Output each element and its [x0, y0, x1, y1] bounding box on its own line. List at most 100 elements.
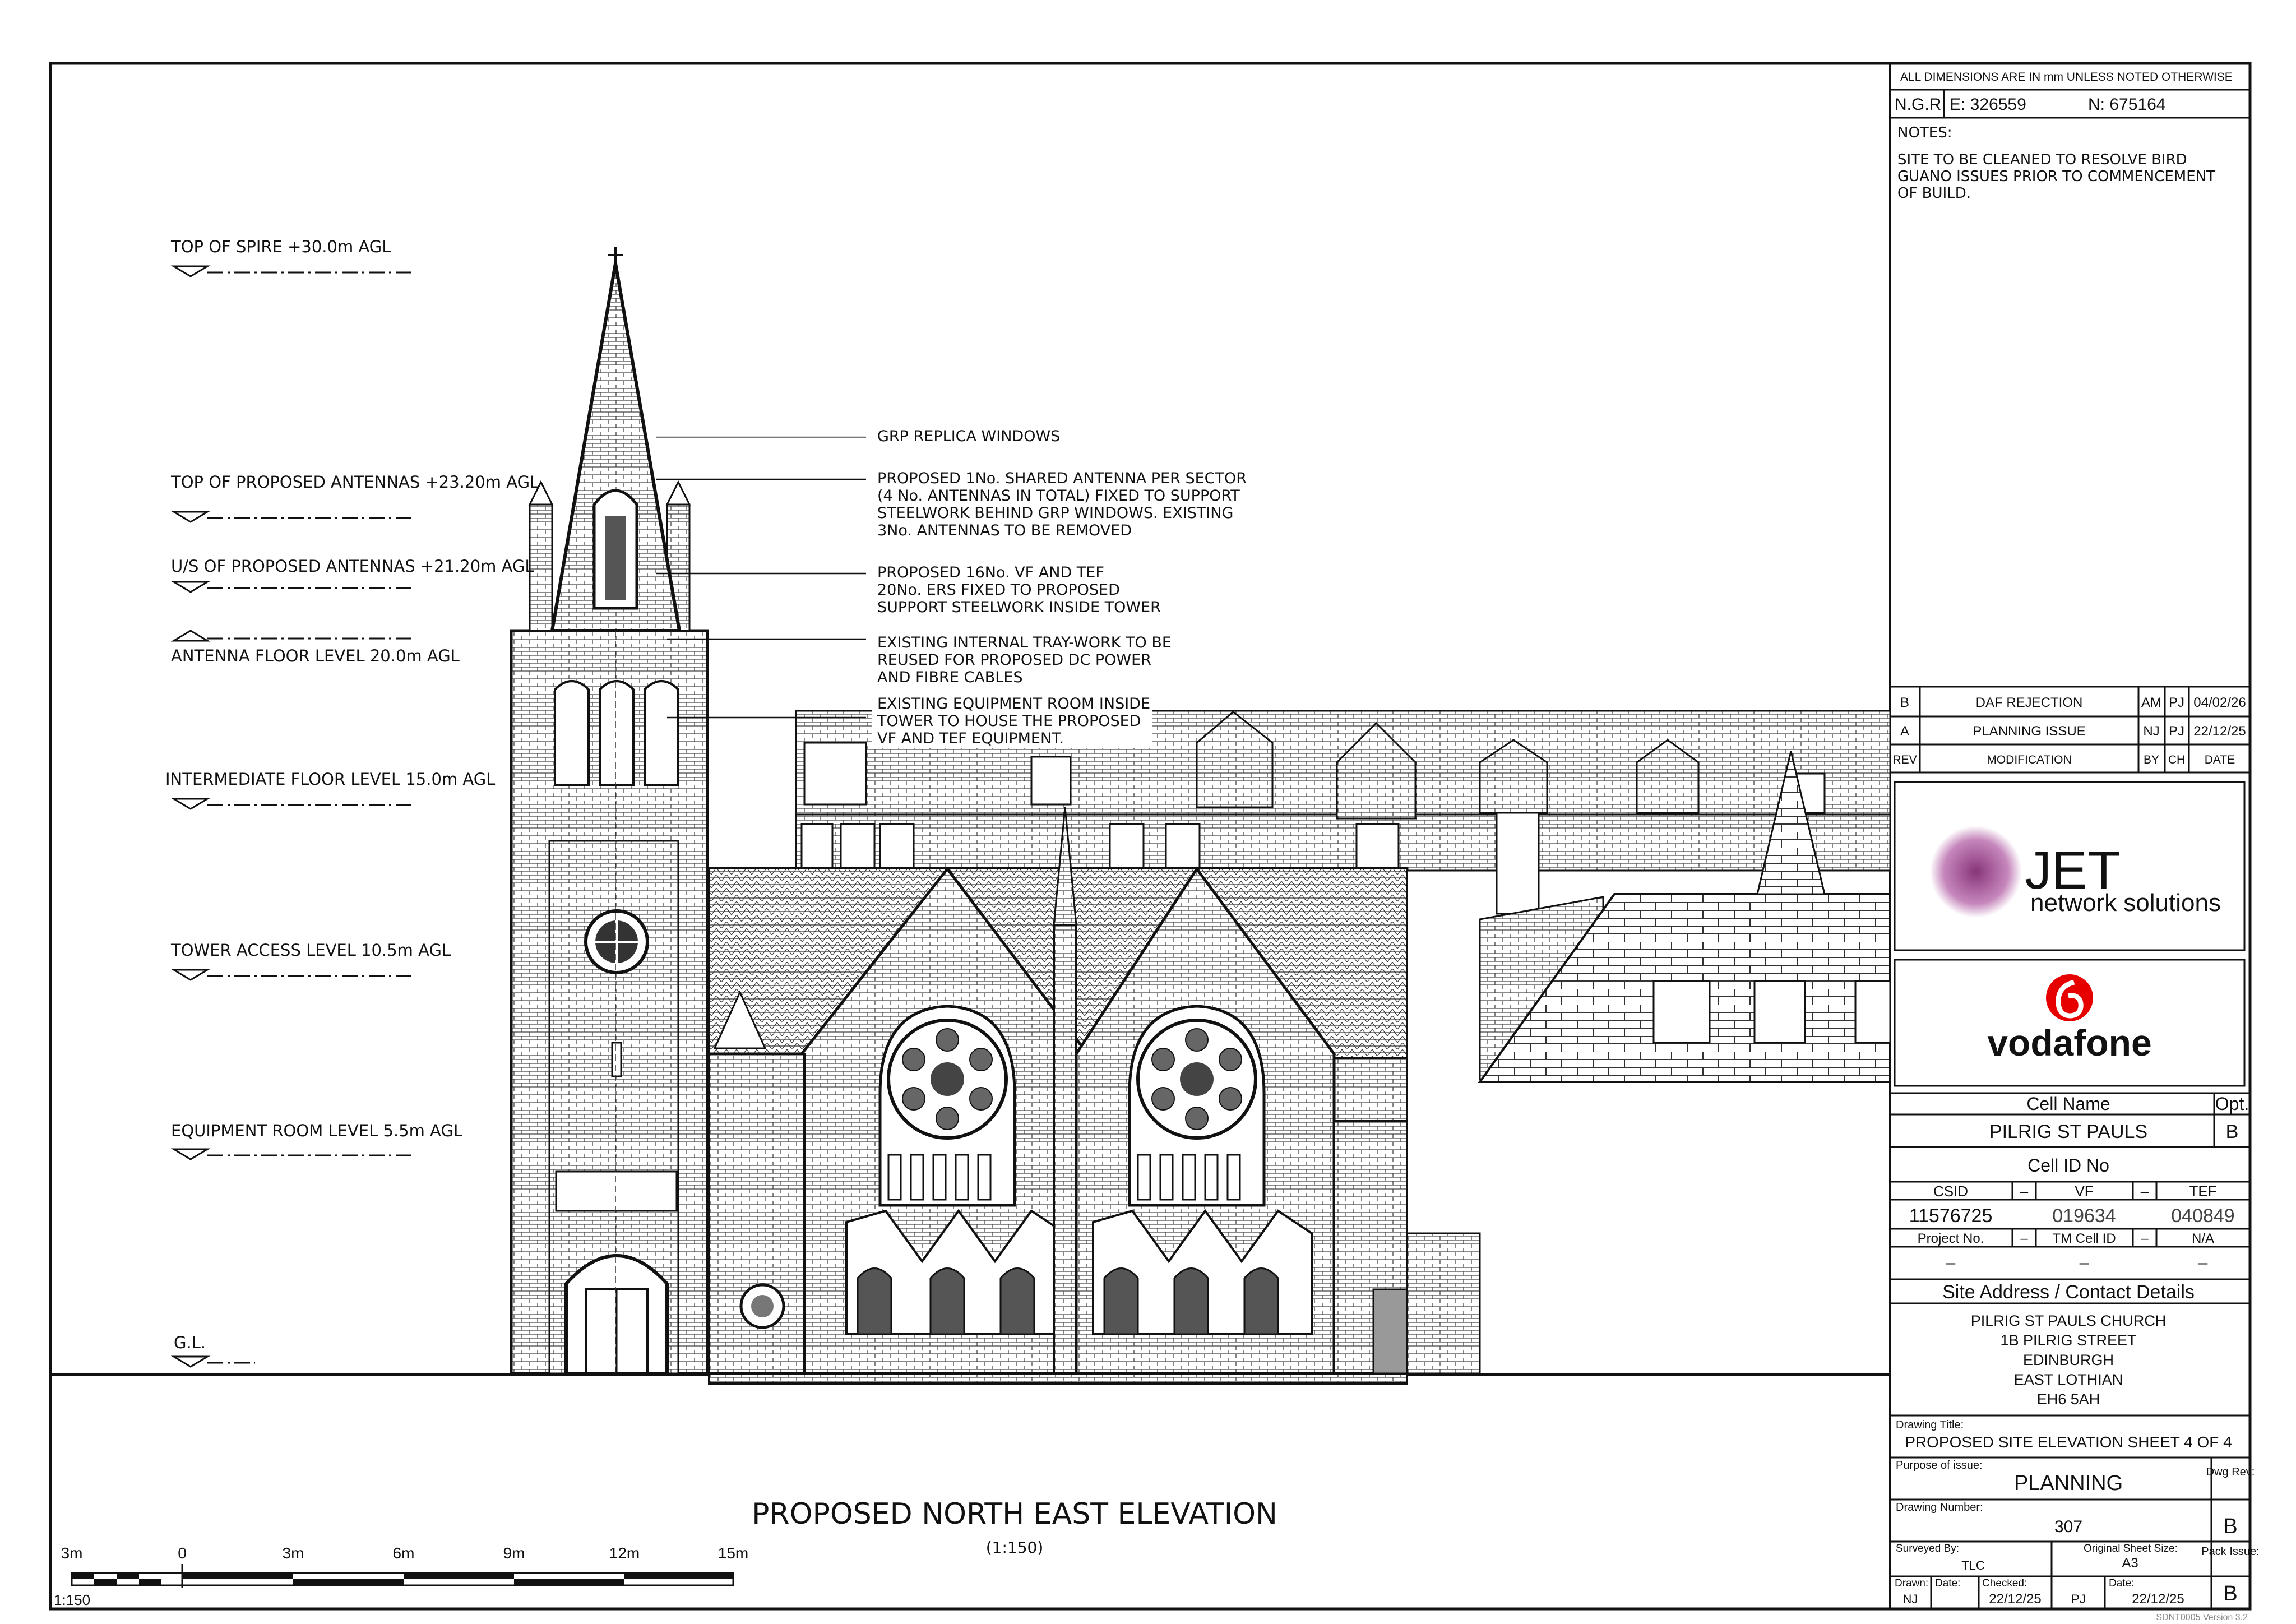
rev-a-letter: A	[1900, 724, 1909, 739]
jet-sub: network solutions	[2030, 889, 2221, 917]
csid-label: CSID	[1933, 1183, 1968, 1200]
scale-label-3: 3m	[283, 1544, 304, 1562]
template-version: SDNT0005 Version 3.2	[2156, 1613, 2248, 1622]
callout-equip-1: EXISTING EQUIPMENT ROOM INSIDE	[877, 695, 1150, 712]
drawing-sheet: TOP OF SPIRE +30.0m AGL TOP OF PROPOSED …	[49, 62, 2260, 1622]
rev-b-letter: B	[1900, 695, 1909, 710]
level-label-antenna-floor: ANTENNA FLOOR LEVEL 20.0m AGL	[171, 646, 460, 665]
checked-label: Checked:	[1982, 1577, 2027, 1589]
na-label: N/A	[2192, 1231, 2214, 1246]
level-label-gl: G.L.	[174, 1333, 206, 1352]
project-no-label: Project No.	[1918, 1231, 1984, 1246]
level-arrows	[170, 265, 415, 1368]
rev-a-ch: PJ	[2169, 724, 2184, 739]
project-dash: –	[2020, 1231, 2028, 1246]
ngr-label: N.G.R	[1895, 95, 1941, 114]
surveyed-value: TLC	[1961, 1558, 1985, 1572]
dwg-rev-value: B	[2223, 1515, 2237, 1538]
rev-header-mod: MODIFICATION	[1987, 753, 2071, 766]
rev-header-ch: CH	[2168, 753, 2185, 766]
level-label-us-antennas: U/S OF PROPOSED ANTENNAS +21.20m AGL	[171, 557, 534, 576]
drawing-number: 307	[2054, 1517, 2082, 1536]
tm-cell-id-label: TM Cell ID	[2052, 1231, 2116, 1246]
tef-value: 040849	[2171, 1205, 2234, 1227]
scale-label-15: 15m	[718, 1544, 748, 1562]
na-value: –	[2198, 1253, 2208, 1272]
ngr-easting: E: 326559	[1950, 95, 2026, 114]
tower-belfry-windows	[554, 680, 679, 786]
rev-b-modification: DAF REJECTION	[1976, 695, 2083, 710]
level-markers: TOP OF SPIRE +30.0m AGL TOP OF PROPOSED …	[165, 237, 539, 1352]
callout-antennas-4: 3No. ANTENNAS TO BE REMOVED	[877, 522, 1132, 539]
drawing-title-label: Drawing Title:	[1896, 1419, 1964, 1431]
notes-title: NOTES:	[1897, 124, 1952, 141]
cell-id-label: Cell ID No	[2027, 1155, 2109, 1176]
checked-value: PJ	[2071, 1592, 2086, 1606]
sheet-size-label: Original Sheet Size:	[2084, 1543, 2178, 1554]
rev-a-date: 22/12/25	[2193, 724, 2246, 739]
opt-label: Opt.	[2215, 1094, 2249, 1114]
level-label-top-antennas: TOP OF PROPOSED ANTENNAS +23.20m AGL	[170, 473, 539, 492]
scale-label-12: 12m	[609, 1544, 640, 1562]
rose-window-right	[1128, 1005, 1266, 1207]
pack-issue-value: B	[2223, 1582, 2237, 1606]
church-elevation	[510, 247, 1891, 1385]
jet-dots-icon	[1930, 826, 2022, 918]
csid-value: 11576725	[1909, 1205, 1993, 1227]
purpose-value: PLANNING	[2014, 1472, 2123, 1495]
drawn-date-value: 22/12/25	[1989, 1591, 2041, 1607]
site-line-4: EAST LOTHIAN	[2014, 1371, 2123, 1388]
vf-dash: –	[2141, 1183, 2149, 1200]
tm-cell-id-value: –	[2080, 1253, 2089, 1272]
csid-dash: –	[2020, 1183, 2029, 1200]
rev-b-date: 04/02/26	[2193, 695, 2246, 710]
callout-antennas-3: STEELWORK BEHIND GRP WINDOWS. EXISTING	[877, 505, 1233, 522]
scale-label-neg3: 3m	[61, 1544, 83, 1562]
scale-ratio: 1:150	[54, 1591, 90, 1608]
opt-value: B	[2226, 1121, 2239, 1142]
surveyed-label: Surveyed By:	[1896, 1543, 1959, 1554]
site-line-2: 1B PILRIG STREET	[2000, 1332, 2136, 1349]
dwg-rev-label: Dwg Rev:	[2206, 1466, 2255, 1478]
level-label-intermediate: INTERMEDIATE FLOOR LEVEL 15.0m AGL	[165, 770, 495, 789]
tm-dash: –	[2141, 1231, 2149, 1246]
elevation-title: PROPOSED NORTH EAST ELEVATION	[752, 1497, 1277, 1531]
scale-label-6: 6m	[393, 1544, 415, 1562]
title-block: ALL DIMENSIONS ARE IN mm UNLESS NOTED OT…	[1890, 71, 2260, 1622]
rev-a-by: NJ	[2143, 724, 2159, 739]
site-line-3: EDINBURGH	[2023, 1352, 2114, 1368]
callout-antennas-1: PROPOSED 1No. SHARED ANTENNA PER SECTOR	[877, 470, 1247, 487]
notes-line-1: SITE TO BE CLEANED TO RESOLVE BIRD	[1897, 151, 2187, 168]
callout-equip-3: VF AND TEF EQUIPMENT.	[877, 730, 1064, 747]
rev-a-modification: PLANNING ISSUE	[1973, 724, 2085, 739]
vf-label: VF	[2075, 1183, 2093, 1200]
drawn-label: Drawn:	[1895, 1577, 1928, 1589]
rose-window-left	[878, 1005, 1016, 1207]
callout-tray-1: EXISTING INTERNAL TRAY-WORK TO BE	[877, 634, 1172, 651]
drawing-number-label: Drawing Number:	[1896, 1501, 1983, 1514]
tef-label: TEF	[2189, 1183, 2216, 1200]
ngr-northing: N: 675164	[2088, 95, 2165, 114]
cell-name-value: PILRIG ST PAULS	[1989, 1121, 2147, 1142]
level-label-spire: TOP OF SPIRE +30.0m AGL	[170, 237, 391, 256]
callout-tray-3: AND FIBRE CABLES	[877, 669, 1023, 686]
site-line-5: EH6 5AH	[2037, 1391, 2100, 1408]
level-label-equipment-room: EQUIPMENT ROOM LEVEL 5.5m AGL	[171, 1121, 462, 1140]
jet-logo: JET network solutions	[1930, 826, 2221, 918]
rev-header-by: BY	[2144, 753, 2159, 766]
cell-name-label: Cell Name	[2026, 1094, 2110, 1114]
drawn-value: NJ	[1903, 1592, 1918, 1606]
site-line-1: PILRIG ST PAULS CHURCH	[1971, 1312, 2167, 1329]
callout-tray-2: REUSED FOR PROPOSED DC POWER	[877, 651, 1151, 669]
sheet-size-value: A3	[2122, 1556, 2138, 1571]
notes-line-3: OF BUILD.	[1897, 185, 1971, 202]
callout-equip-2: TOWER TO HOUSE THE PROPOSED	[877, 712, 1141, 730]
vodafone-word: vodafone	[1987, 1022, 2151, 1063]
callouts: GRP REPLICA WINDOWS PROPOSED 1No. SHARED…	[877, 428, 1247, 686]
callout-ers-3: SUPPORT STEELWORK INSIDE TOWER	[877, 599, 1161, 616]
rev-header-date: DATE	[2205, 753, 2235, 766]
drawn-date-label: Date:	[1935, 1577, 1960, 1589]
vf-value: 019634	[2052, 1205, 2116, 1227]
purpose-label: Purpose of issue:	[1896, 1459, 1983, 1472]
callout-ers-2: 20No. ERS FIXED TO PROPOSED	[877, 581, 1120, 599]
